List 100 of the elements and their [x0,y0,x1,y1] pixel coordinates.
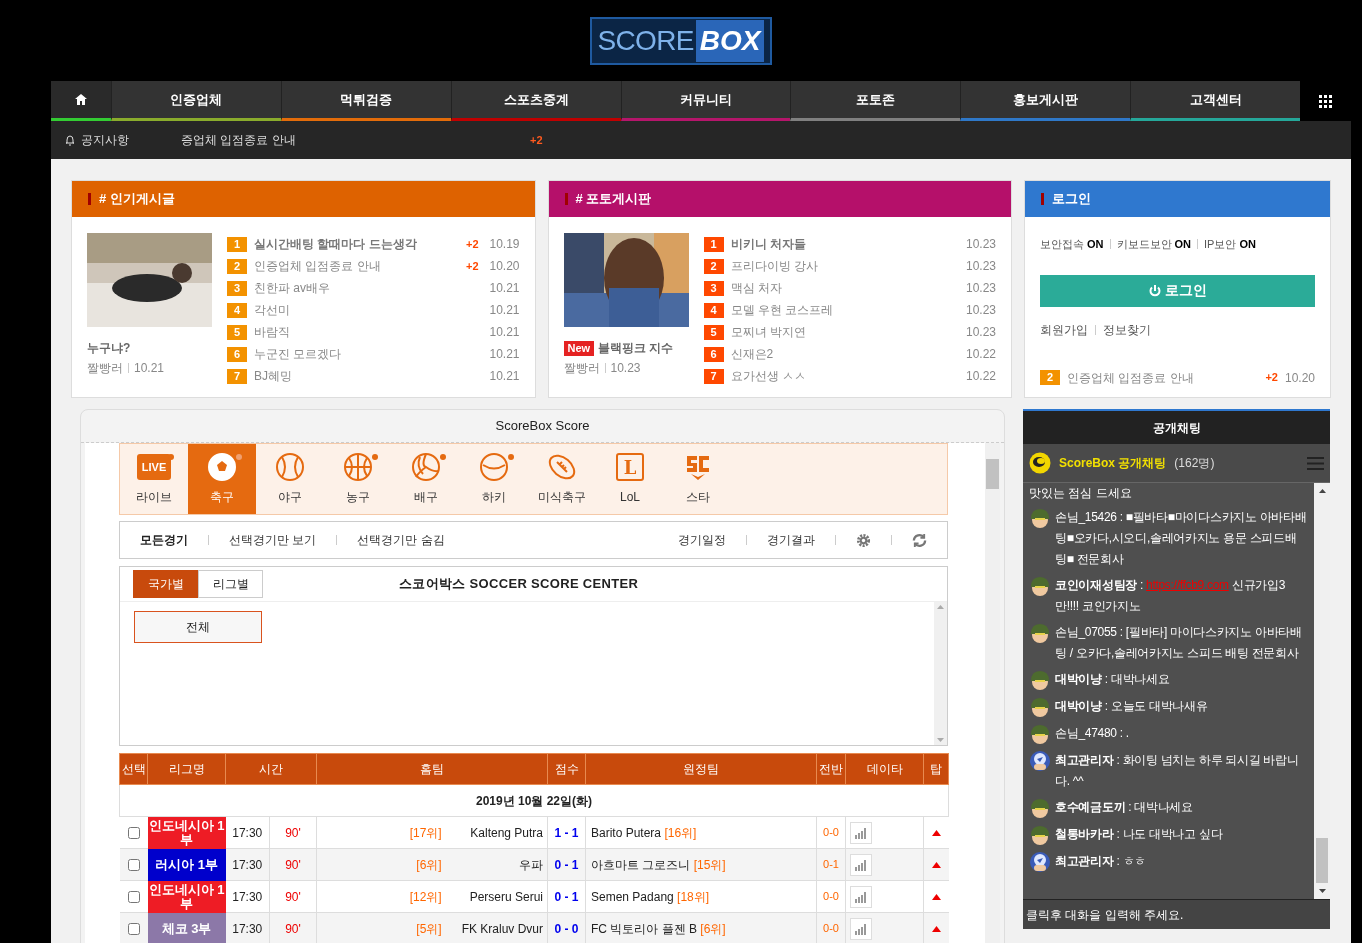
rank-badge: 7 [227,368,247,384]
post-title[interactable]: 각선미 [254,301,479,319]
minute-cell: 90' [269,848,317,881]
filter-link[interactable]: 선택경기만 보기 [229,531,317,549]
baseball-icon [275,452,305,482]
post-date: 10.20 [1284,369,1315,387]
scrollbar[interactable] [1314,483,1330,899]
post-title[interactable]: 모찌녀 박지연 [730,323,955,341]
find-info-link[interactable]: 정보찾기 [1103,320,1151,339]
post-title[interactable]: 신재은2 [730,345,955,363]
minute-cell: 90' [269,816,317,849]
scroll-up-icon[interactable] [1318,489,1326,493]
post-title[interactable]: 실시간배팅 할때마다 드는생각 [254,235,459,253]
away-team-cell: Barito Putera [16위] [585,816,817,849]
bell-icon [65,134,75,146]
column-header: 전반 [816,753,846,785]
row-checkbox[interactable] [127,923,140,936]
chart-button[interactable] [850,821,872,844]
sport-tab[interactable]: 야구 [256,444,324,514]
post-title[interactable]: 모델 우현 코스프레 [730,301,955,319]
row-checkbox[interactable] [127,859,140,872]
site-logo[interactable]: SCORE BOX [589,16,773,65]
notice-text[interactable]: 증업체 입점종료 안내 [181,131,530,149]
sport-tab[interactable]: 스타 [664,444,732,514]
chat-message: 최고관리자 : ㅎㅎ [1055,853,1147,870]
refresh-icon[interactable] [912,532,927,548]
chat-message: 코인이재성팀장 : https://ffcb9.com 신규가입3만!!!! 코인가지노 [1055,577,1286,615]
home-team-cell: [5위] FK Kraluv Dvur [316,912,548,943]
post-title[interactable]: 인증업체 입점종료 안내 [254,257,459,275]
row-checkbox[interactable] [127,891,140,904]
sport-tab[interactable]: 배구 [392,444,460,514]
post-date: 10.21 [488,302,520,319]
post-title[interactable]: 맥심 처자 [730,279,955,297]
view-tab[interactable]: 리그별 [198,570,263,598]
bar-chart-icon [855,859,867,871]
view-tab[interactable]: 국가별 [133,570,198,598]
post-title[interactable]: 바람직 [254,323,479,341]
column-header: 데이타 [845,753,924,785]
league-cell: 체코 3부 [147,912,226,943]
bar-chart-icon [855,827,867,839]
author-name: 짤빵러 [87,360,123,377]
post-date: 10.23 [964,236,996,253]
sport-tab[interactable]: L LoL [596,444,664,514]
feature-title[interactable]: 블랙핑크 지수 [598,339,674,357]
arrow-up-icon[interactable] [931,862,941,869]
home-button[interactable] [51,81,111,121]
arrow-up-icon[interactable] [931,830,941,837]
post-date: 10.23 [964,280,996,297]
post-title[interactable]: 누군진 모르겠다 [254,345,479,363]
chart-button[interactable] [850,885,872,908]
rank-badge: 3 [703,280,724,296]
rank-badge: 6 [703,346,724,362]
rank-badge: 5 [703,324,724,340]
live-icon: LIVE [137,454,171,480]
security-label: IP보안 [1204,237,1237,252]
minute-cell: 90' [269,880,317,913]
lol-icon: L [616,453,644,481]
row-checkbox[interactable] [127,827,140,840]
arrow-up-icon[interactable] [931,894,941,901]
post-date: 10.21 [488,346,520,363]
signup-link[interactable]: 회원가입 [1040,320,1088,339]
scrollbar-thumb[interactable] [1316,838,1328,883]
away-team-cell: Semen Padang [18위] [585,880,817,913]
feature-title[interactable]: 누구냐? [87,339,131,357]
chart-button[interactable] [850,853,872,876]
column-header: 탑 [923,753,949,785]
time-cell: 17:30 [225,912,270,943]
post-title[interactable]: 친한파 av배우 [254,279,479,297]
column-header: 시간 [225,753,317,785]
post-title[interactable]: 인증업체 입점종료 안내 [1067,368,1259,387]
filter-link[interactable]: 선택경기만 숨김 [357,531,445,549]
post-title[interactable]: 요가선생 ㅅㅅ [730,367,955,385]
post-title[interactable]: 프리다이빙 강사 [730,257,955,275]
rank-badge: 2 [227,258,247,274]
scrollbar-thumb[interactable] [986,459,999,489]
minute-cell: 90' [269,912,317,943]
post-date: 10.23 [964,258,996,275]
country-button[interactable]: 전체 [134,611,262,643]
sport-tab[interactable]: 농구 [324,444,392,514]
scroll-down-icon[interactable] [1318,889,1326,893]
score-cell: 0 - 0 [547,912,586,943]
settings-icon[interactable] [856,532,871,548]
filter-link[interactable]: 모든경기 [140,531,188,549]
chart-button[interactable] [850,917,872,940]
rank-badge: 1 [703,236,724,252]
schedule-link[interactable]: 경기일정 [678,531,726,549]
post-date: 10.22 [964,346,996,363]
sport-tab[interactable]: LIVE 라이브 [120,444,188,514]
half-score-cell: 0-0 [816,912,846,943]
sport-tab[interactable]: 하키 [460,444,528,514]
date-row: 2019년 10월 22일(화) [119,784,949,817]
chat-message: 맛있는 점심 드세요 [1029,485,1133,502]
post-date: 10.21 [488,324,520,341]
arrow-up-icon[interactable] [931,926,941,933]
chat-input[interactable]: 클릭후 대화을 입력해 주세요. [1023,899,1330,929]
notice-label: 공지사항 [81,132,130,149]
results-link[interactable]: 경기결과 [767,531,815,549]
post-title[interactable]: BJ혜밍 [254,367,479,385]
sport-tab[interactable]: 미식축구 [528,444,596,514]
post-title[interactable]: 비키니 처자들 [730,235,955,253]
